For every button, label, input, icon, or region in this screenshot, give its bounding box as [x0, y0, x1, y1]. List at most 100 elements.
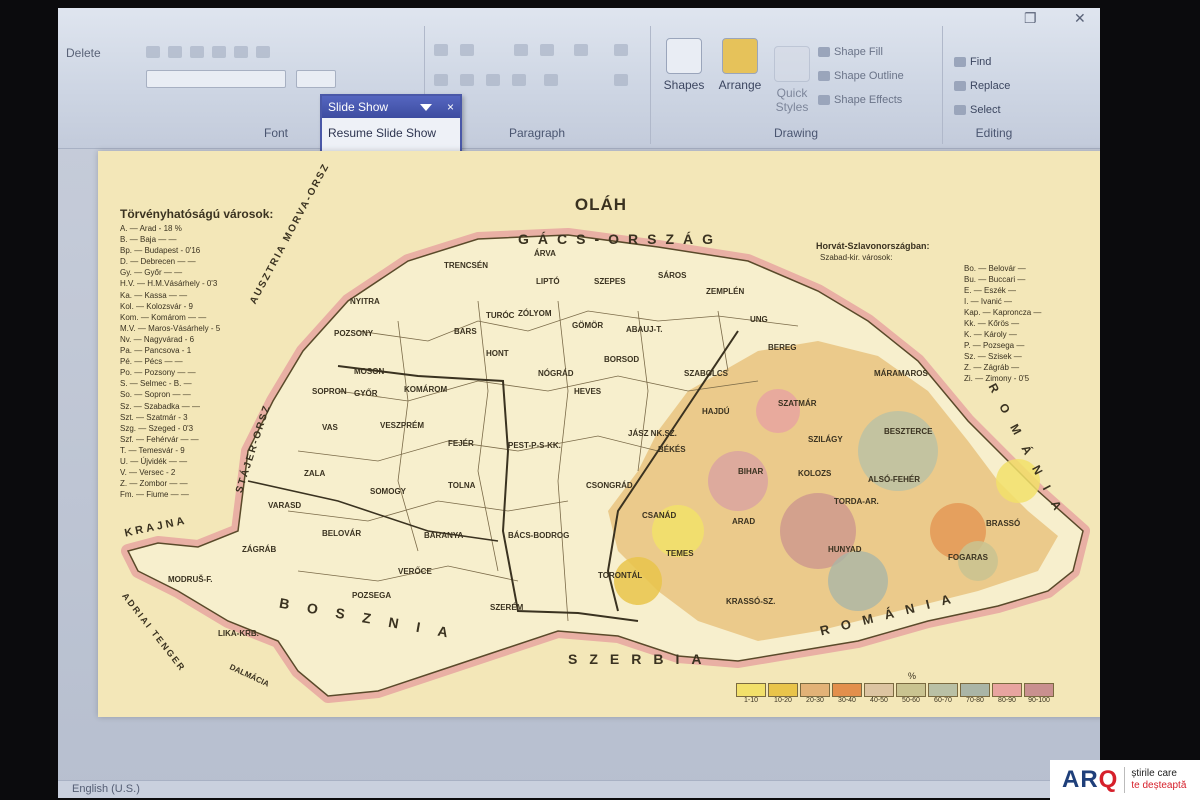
croatia-legend-item: K. — Károly — — [964, 330, 1017, 339]
columns-icon[interactable] — [544, 74, 558, 86]
county-label: BARANYA — [424, 531, 464, 540]
county-label: BELOVÁR — [322, 529, 362, 538]
county-label: VERŐCE — [398, 567, 432, 576]
line-spacing-icon[interactable] — [574, 44, 588, 56]
italic-icon[interactable] — [168, 46, 182, 58]
croatia-legend-item: I. — Ivanić — — [964, 297, 1013, 306]
legend-item: U. — Újvidék — — — [120, 456, 188, 466]
shapes-button[interactable]: Shapes — [658, 38, 710, 92]
find-button[interactable]: Find — [954, 56, 991, 68]
increase-indent-icon[interactable] — [540, 44, 554, 56]
close-icon[interactable]: × — [447, 96, 454, 118]
scale-swatch — [768, 683, 798, 697]
char-spacing-icon[interactable] — [256, 46, 270, 58]
county-label: SOMOGY — [370, 487, 407, 496]
status-bar: English (U.S.) — [58, 780, 1100, 798]
smartart-icon[interactable] — [614, 74, 628, 86]
watermark-logo-accent: Q — [1098, 766, 1119, 793]
county-label: GYŐR — [354, 389, 378, 398]
county-label: TURÓC — [486, 311, 515, 320]
county-label: TOLNA — [448, 481, 476, 490]
county-label: ÁRVA — [534, 249, 556, 258]
shape-outline-icon — [818, 71, 830, 82]
scale-label: 20-30 — [806, 697, 824, 704]
county-label: NÓGRÁD — [538, 369, 574, 378]
county-label: BRASSÓ — [986, 519, 1021, 528]
legend-item: Szf. — Fehérvár — — — [120, 434, 199, 444]
justify-icon[interactable] — [512, 74, 526, 86]
county-label: SZATMÁR — [778, 399, 817, 408]
select-button[interactable]: Select — [954, 104, 1001, 116]
align-right-icon[interactable] — [486, 74, 500, 86]
slideshow-toolbar: Slide Show × Resume Slide Show — [320, 94, 462, 156]
editing-group-label: Editing — [975, 126, 1013, 140]
scale-label: 90-100 — [1028, 697, 1050, 704]
shape-outline-button[interactable]: Shape Outline — [818, 70, 904, 82]
arrange-label: Arrange — [718, 78, 762, 92]
watermark-tagline-1: știrile care — [1131, 768, 1177, 779]
croatia-legend-item: Sz. — Szisek — — [964, 352, 1022, 361]
county-label: BESZTERCE — [884, 427, 933, 436]
numbering-icon[interactable] — [460, 44, 474, 56]
shadow-icon[interactable] — [234, 46, 248, 58]
scale-swatches — [736, 683, 1056, 697]
shape-effects-label: Shape Effects — [834, 94, 903, 106]
county-label: ZÓLYOM — [518, 309, 552, 318]
strikethrough-icon[interactable] — [212, 46, 226, 58]
drawing-group-label: Drawing — [773, 126, 818, 140]
shape-fill-label: Shape Fill — [834, 46, 883, 58]
watermark-separator — [1124, 767, 1126, 793]
align-left-icon[interactable] — [434, 74, 448, 86]
county-label: POZSONY — [334, 329, 374, 338]
legend-item: Pa. — Pancsova - 1 — [120, 346, 192, 356]
close-window-icon[interactable]: ✕ — [1074, 10, 1086, 27]
legend-item: Pé. — Pécs — — — [120, 357, 183, 367]
county-label: KOMÁROM — [404, 385, 448, 394]
croatia-legend-item: Bo. — Belovár — — [964, 264, 1026, 273]
county-label: ARAD — [732, 517, 756, 526]
scale-percent-symbol: % — [908, 671, 917, 681]
quick-styles-button[interactable]: Quick Styles — [770, 46, 814, 114]
croatia-legend-subtitle: Szabad-kir. városok: — [820, 253, 893, 262]
decrease-indent-icon[interactable] — [514, 44, 528, 56]
county-label: HONT — [486, 349, 509, 358]
font-case-box[interactable] — [296, 70, 336, 88]
replace-button[interactable]: Replace — [954, 80, 1010, 92]
binoculars-icon — [954, 57, 966, 68]
county-label: KRASSÓ-SZ. — [726, 597, 776, 606]
dropdown-arrow-icon[interactable] — [420, 104, 432, 111]
shape-fill-icon — [818, 47, 830, 58]
text-direction-icon[interactable] — [614, 44, 628, 56]
delete-button[interactable]: Delete — [66, 46, 101, 60]
county-label: BÁCS-BODROG — [508, 531, 570, 540]
legend-item: Szg. — Szeged - 0'3 — [120, 423, 194, 433]
shape-fill-button[interactable]: Shape Fill — [818, 46, 883, 58]
resume-slideshow-button[interactable]: Resume Slide Show — [322, 118, 460, 148]
county-label: CSONGRÁD — [586, 481, 633, 490]
scale-swatch — [736, 683, 766, 697]
watermark-logo: ARQ — [1062, 766, 1118, 794]
font-size-box[interactable] — [146, 70, 286, 88]
underline-icon[interactable] — [190, 46, 204, 58]
scale-swatch — [1024, 683, 1054, 697]
legend-item: Gy. — Győr — — — [120, 268, 183, 278]
legend-item: Fm. — Fiume — — — [120, 490, 189, 500]
legend-item: Nv. — Nagyvárad - 6 — [120, 334, 195, 344]
scale-label: 80-90 — [998, 697, 1016, 704]
scale-swatch — [800, 683, 830, 697]
scale-labels: 1-10 10-20 20-30 30-40 40-50 50-60 60-70 70-80 8… — [736, 697, 1056, 704]
scale-swatch — [864, 683, 894, 697]
county-label: MODRUŠ-F. — [168, 575, 213, 584]
restore-icon[interactable]: ❐ — [1024, 10, 1037, 27]
language-indicator[interactable]: English (U.S.) — [72, 783, 140, 795]
bold-icon[interactable] — [146, 46, 160, 58]
county-label: TORONTÁL — [598, 571, 643, 580]
bullets-icon[interactable] — [434, 44, 448, 56]
slideshow-toolbar-title: Slide Show — [328, 100, 389, 114]
legend-item: A. — Arad - 18 % — [120, 224, 182, 233]
shape-effects-button[interactable]: Shape Effects — [818, 94, 902, 106]
county-label: TRENCSÉN — [444, 261, 489, 270]
county-label: ZEMPLÉN — [706, 287, 745, 296]
align-center-icon[interactable] — [460, 74, 474, 86]
arrange-button[interactable]: Arrange — [712, 38, 768, 92]
